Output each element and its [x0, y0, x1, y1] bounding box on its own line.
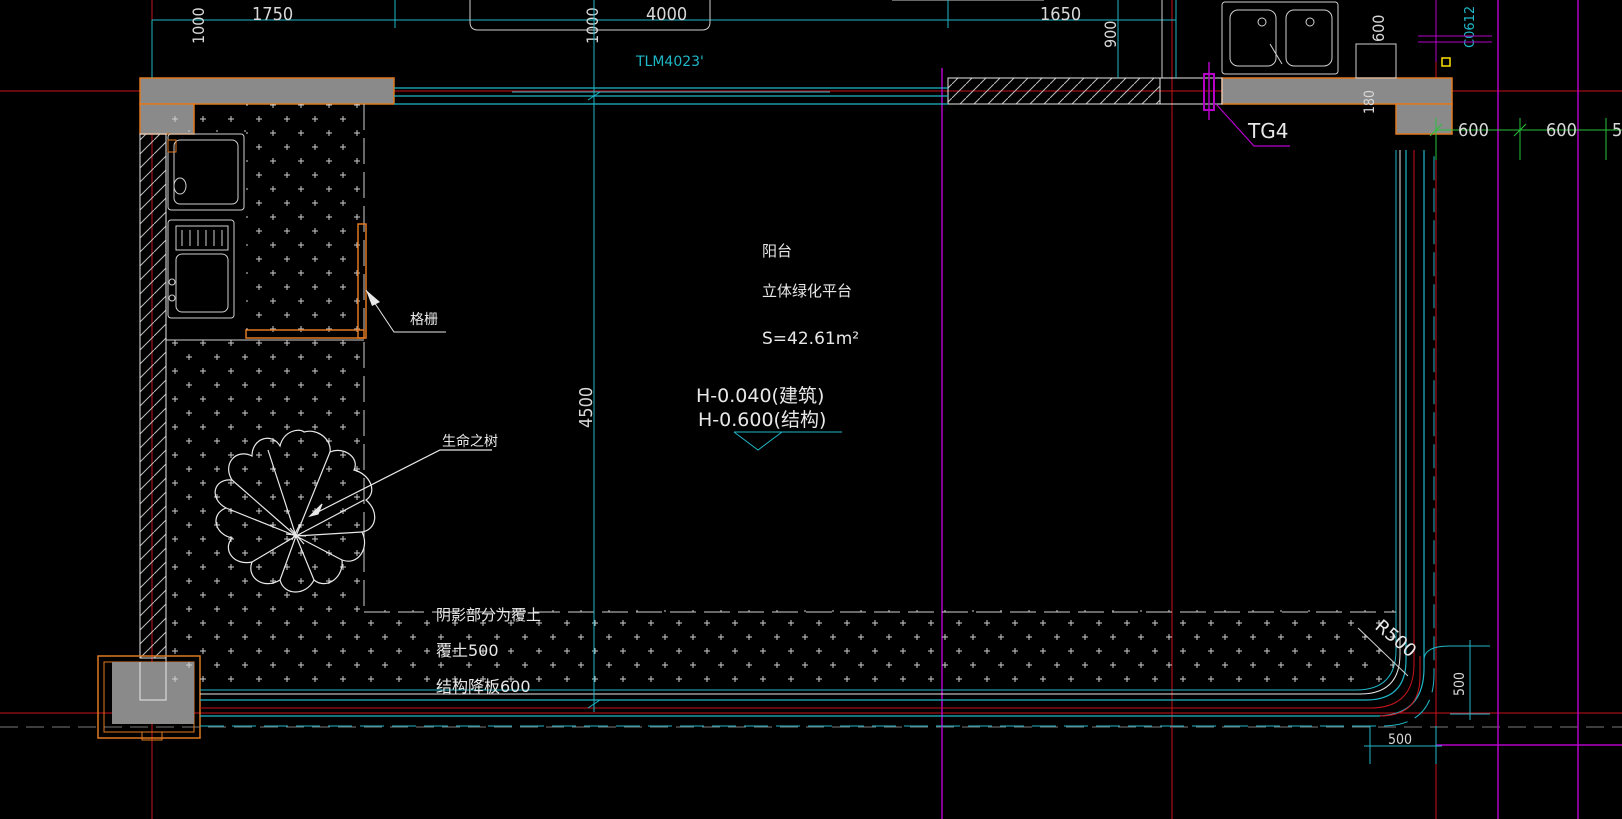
- sliding-door: [394, 87, 948, 105]
- shade-note-2: 覆土500: [436, 641, 499, 660]
- laundry-sink: [167, 219, 235, 319]
- corner-dim-500-h: 500: [1388, 732, 1412, 748]
- dim-1000-left: 1000: [189, 7, 208, 44]
- corner-dim-500-v: 500: [1452, 672, 1468, 696]
- dim-600-top: 600: [1369, 15, 1388, 42]
- door-tag: TLM4023': [635, 54, 704, 70]
- level-arch: H-0.040(建筑): [696, 385, 824, 407]
- dim-line-4500: [587, 0, 601, 712]
- tree-label: 生命之树: [442, 433, 498, 450]
- dim-900: 900: [1101, 21, 1120, 48]
- shade-note-3: 结构降板600: [436, 677, 531, 696]
- dim-600-right-b: 600: [1546, 120, 1577, 141]
- dim-4000: 4000: [646, 4, 687, 25]
- left-wall: [139, 133, 167, 700]
- dim-4500: 4500: [576, 387, 597, 428]
- dim-600-right-a: 600: [1458, 120, 1489, 141]
- level-symbol: [733, 431, 842, 451]
- dim-1750: 1750: [252, 4, 293, 25]
- room-name: 阳台: [762, 242, 792, 260]
- window-marks: [1418, 0, 1492, 62]
- cad-drawing-canvas[interactable]: TLM4023' 1000 1750 1000 4000 1650 900 60…: [0, 0, 1622, 819]
- node-marker: [1441, 57, 1451, 67]
- dim-5-right: 5: [1612, 120, 1622, 141]
- room-subtitle: 立体绿化平台: [762, 282, 852, 300]
- dim-1650: 1650: [1040, 4, 1081, 25]
- washing-machine: [167, 133, 245, 211]
- drain-tag: TG4: [1247, 119, 1288, 143]
- dim-180: 180: [1362, 90, 1378, 114]
- shade-note-1: 阴影部分为覆土: [436, 606, 541, 624]
- level-struct: H-0.600(结构): [698, 409, 826, 431]
- dim-1000-mid: 1000: [583, 7, 602, 44]
- lattice-label: 格栅: [410, 312, 438, 328]
- room-area: S=42.61m²: [762, 329, 859, 349]
